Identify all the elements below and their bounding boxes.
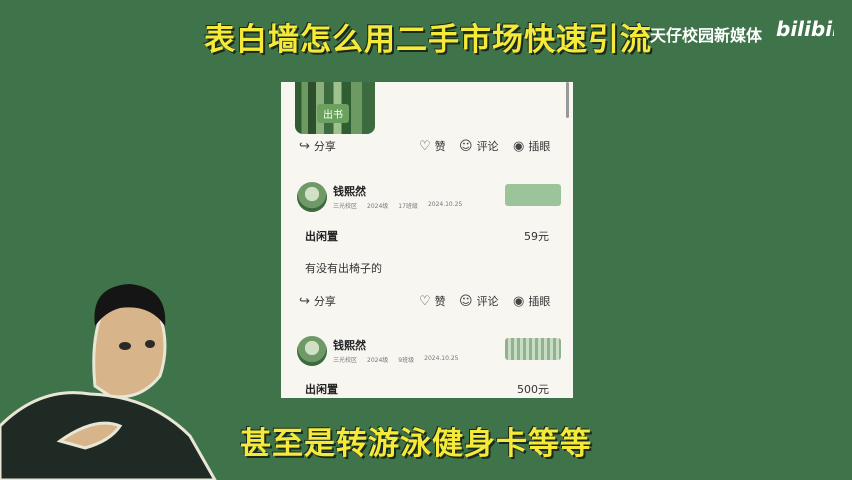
- poke-button[interactable]: ◉ 插眼: [513, 138, 557, 154]
- eye-icon: ◉: [513, 138, 525, 154]
- username[interactable]: 钱熙然: [333, 337, 366, 353]
- scrollbar[interactable]: [566, 82, 569, 118]
- post-content: 有没有出椅子的: [305, 262, 382, 275]
- poke-button[interactable]: ◉ 插眼: [513, 293, 557, 309]
- post-image[interactable]: 出书: [295, 82, 375, 134]
- share-icon: ↪: [299, 293, 310, 309]
- post-actions: ↪ 分享 ♡ 赞 ☺ 评论 ◉ 插眼: [299, 136, 557, 156]
- avatar[interactable]: [297, 336, 327, 366]
- comment-button[interactable]: ☺ 评论: [459, 293, 513, 309]
- avatar[interactable]: [297, 182, 327, 212]
- user-meta: 三光校区 2024级 9班级 2024.10.25: [333, 355, 459, 364]
- like-button[interactable]: ♡ 赞: [419, 293, 459, 309]
- bilibili-logo: bilibili: [776, 17, 847, 47]
- follow-button[interactable]: [505, 184, 561, 206]
- share-button[interactable]: ↪ 分享: [299, 138, 369, 154]
- comment-button[interactable]: ☺ 评论: [459, 138, 513, 154]
- image-tag: 出书: [317, 104, 349, 123]
- follow-button[interactable]: [505, 338, 561, 360]
- heart-icon: ♡: [419, 293, 431, 309]
- post-header: 钱熙然 三光校区 2024级 9班级 2024.10.25: [297, 336, 561, 370]
- presenter-figure: [0, 276, 240, 480]
- post-category: 出闲置: [305, 383, 338, 396]
- bilibili-logo-icon: bilibili: [776, 17, 847, 41]
- eye-icon: ◉: [513, 293, 525, 309]
- video-subtitle: 甚至是转游泳健身卡等等: [240, 426, 592, 462]
- like-button[interactable]: ♡ 赞: [419, 138, 459, 154]
- video-title: 表白墙怎么用二手市场快速引流: [204, 22, 652, 58]
- post-price: 500元: [517, 383, 549, 396]
- share-button[interactable]: ↪ 分享: [299, 293, 369, 309]
- channel-name: 天仔校园新媒体: [650, 26, 763, 45]
- share-icon: ↪: [299, 138, 310, 154]
- svg-text:bilibili: bilibili: [776, 17, 834, 41]
- username[interactable]: 钱熙然: [333, 183, 366, 199]
- comment-icon: ☺: [459, 293, 473, 309]
- user-meta: 三光校区 2024级 17班级 2024.10.25: [333, 201, 463, 210]
- heart-icon: ♡: [419, 138, 431, 154]
- post-actions: ↪ 分享 ♡ 赞 ☺ 评论 ◉ 插眼: [299, 291, 557, 311]
- post-category: 出闲置: [305, 230, 338, 243]
- comment-icon: ☺: [459, 138, 473, 154]
- post-price: 59元: [524, 230, 549, 243]
- presenter-illustration: [0, 284, 217, 480]
- phone-screen: 出书 ↪ 分享 ♡ 赞 ☺ 评论 ◉ 插眼 钱熙然 三光校区 2024级 17班级 20…: [281, 82, 573, 398]
- post-header: 钱熙然 三光校区 2024级 17班级 2024.10.25: [297, 182, 561, 216]
